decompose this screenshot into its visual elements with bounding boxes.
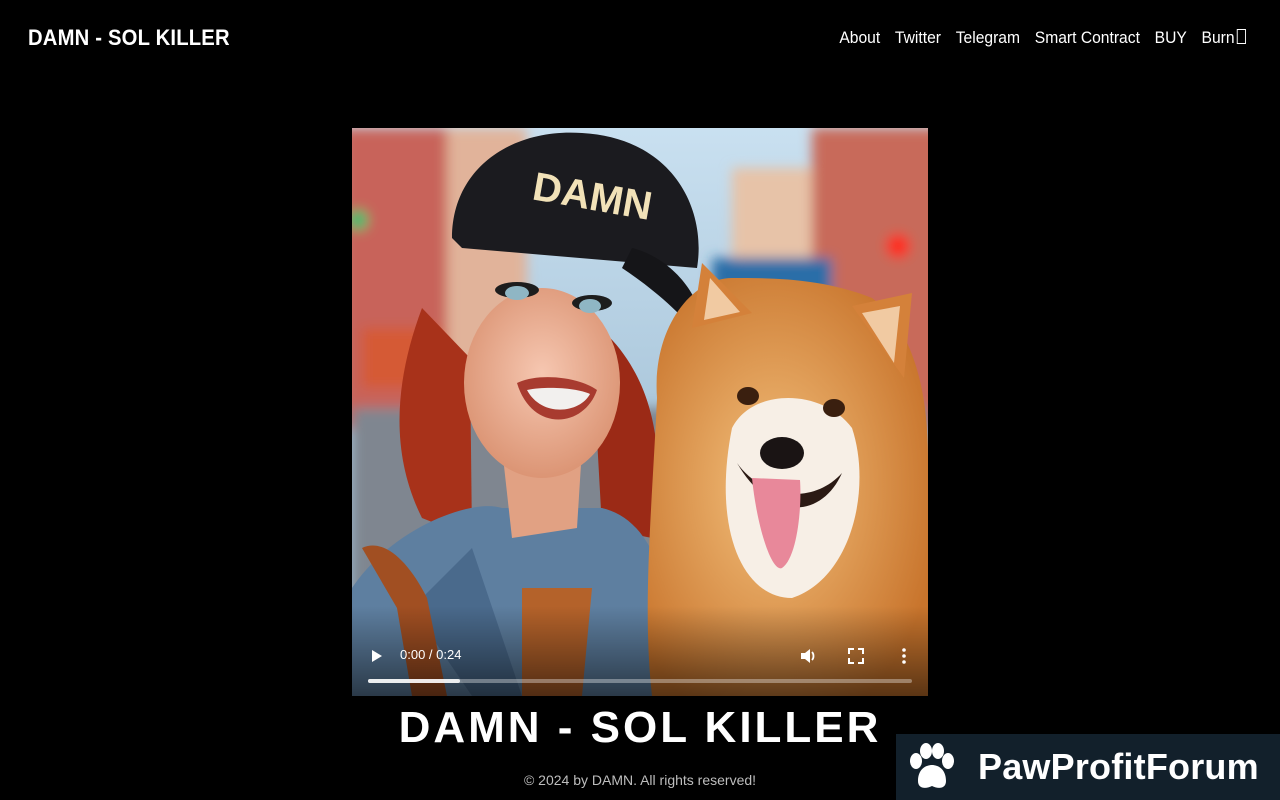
missing-glyph-icon [1236, 29, 1246, 44]
nav-link-burn[interactable]: Burn [1202, 28, 1246, 48]
navbar: DAMN - SOL KILLER About Twitter Telegram… [0, 0, 1280, 80]
video-player[interactable]: DAMN 0:00 / 0:24 [352, 128, 928, 696]
volume-icon[interactable] [798, 646, 818, 666]
nav-link-telegram[interactable]: Telegram [956, 28, 1020, 48]
nav-link-buy[interactable]: BUY [1155, 28, 1187, 48]
paw-icon [910, 743, 954, 788]
watermark-text: PawProfitForum [978, 746, 1259, 787]
nav-link-about[interactable]: About [840, 28, 881, 48]
fullscreen-icon[interactable] [846, 646, 866, 666]
video-progress-bar[interactable] [368, 679, 912, 683]
video-time: 0:00 / 0:24 [400, 647, 462, 662]
site-brand[interactable]: DAMN - SOL KILLER [28, 25, 230, 51]
more-options-icon[interactable] [894, 646, 914, 666]
nav-link-burn-label: Burn [1201, 28, 1235, 47]
nav-link-twitter[interactable]: Twitter [895, 28, 941, 48]
nav-links: About Twitter Telegram Smart Contract BU… [840, 28, 1246, 48]
watermark-banner: PawProfitForum [896, 734, 1280, 800]
video-progress-fill [368, 679, 461, 683]
nav-link-smart-contract[interactable]: Smart Contract [1035, 28, 1140, 48]
play-icon[interactable] [370, 648, 384, 664]
